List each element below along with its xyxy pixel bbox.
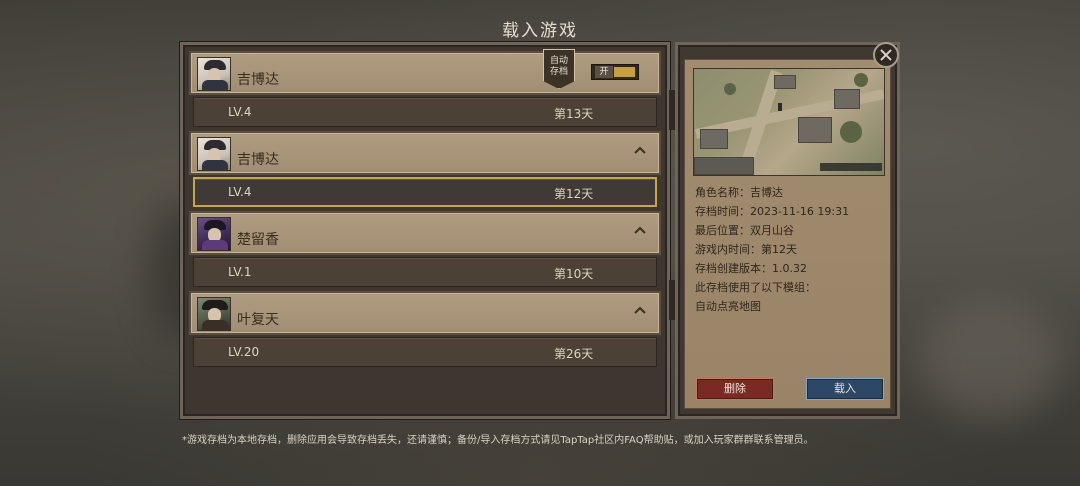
save-level: LV.4 [228, 105, 252, 119]
chevron-up-icon[interactable] [633, 303, 647, 317]
detail-last-location: 最后位置：双月山谷 [695, 224, 794, 237]
save-level: LV.20 [228, 345, 260, 359]
background-rock [920, 300, 1060, 420]
save-day: 第26天 [554, 347, 594, 361]
save-list-panel: 吉博达 自动存档 开 LV.4 第13天 吉博达 LV.4 第12天 楚留香 L… [180, 42, 670, 419]
toggle-on-label: 开 [595, 66, 613, 78]
save-entry: 吉博达 自动存档 开 LV.4 第13天 [189, 49, 661, 127]
detail-mods-header: 此存档使用了以下模组： [695, 281, 816, 294]
save-slot[interactable]: LV.1 第10天 [193, 257, 657, 287]
save-group-header[interactable]: 叶复天 [189, 291, 661, 335]
autosave-toggle[interactable]: 开 [591, 64, 639, 80]
save-list: 吉博达 自动存档 开 LV.4 第13天 吉博达 LV.4 第12天 楚留香 L… [189, 49, 661, 371]
save-day: 第13天 [554, 107, 594, 121]
close-icon [880, 49, 892, 61]
close-button[interactable] [873, 42, 899, 68]
detail-save-time: 存档时间：2023-11-16 19:31 [695, 205, 850, 218]
load-button[interactable]: 载入 [806, 378, 884, 400]
detail-parchment: 角色名称：吉博达 存档时间：2023-11-16 19:31 最后位置：双月山谷… [684, 59, 891, 409]
detail-character: 角色名称：吉博达 [695, 186, 783, 199]
footnote-text: *游戏存档为本地存档，删除应用会导致存档丢失，还请谨慎；备份/导入存档方式请见T… [182, 435, 814, 446]
save-group-header[interactable]: 吉博达 [189, 131, 661, 175]
save-entry: 楚留香 LV.1 第10天 [189, 211, 661, 287]
character-avatar [197, 137, 231, 171]
character-name: 叶复天 [237, 312, 279, 328]
save-slot-selected[interactable]: LV.4 第12天 [193, 177, 657, 207]
save-entry: 叶复天 LV.20 第26天 [189, 291, 661, 367]
character-avatar [197, 217, 231, 251]
detail-ingame-time: 游戏内时间：第12天 [695, 243, 797, 256]
character-name: 吉博达 [237, 72, 279, 88]
save-entry: 吉博达 LV.4 第12天 [189, 131, 661, 207]
character-name: 吉博达 [237, 152, 279, 168]
character-name: 楚留香 [237, 232, 279, 248]
autosave-badge: 自动存档 [543, 49, 575, 89]
delete-button[interactable]: 删除 [696, 378, 774, 400]
map-hud-bar [820, 163, 882, 171]
chevron-up-icon[interactable] [633, 223, 647, 237]
screen-title: 载入游戏 [502, 21, 578, 41]
character-avatar [197, 297, 231, 331]
save-level: LV.4 [228, 185, 252, 199]
save-slot[interactable]: LV.20 第26天 [193, 337, 657, 367]
save-group-header[interactable]: 吉博达 自动存档 开 [189, 49, 661, 95]
chevron-up-icon[interactable] [633, 143, 647, 157]
character-avatar [197, 57, 231, 91]
toggle-knob [614, 67, 635, 77]
save-group-header[interactable]: 楚留香 [189, 211, 661, 255]
map-preview [693, 68, 885, 176]
save-day: 第12天 [554, 187, 594, 201]
detail-mod-item: 自动点亮地图 [695, 300, 761, 313]
save-day: 第10天 [554, 267, 594, 281]
detail-version: 存档创建版本：1.0.32 [695, 262, 807, 275]
save-slot[interactable]: LV.4 第13天 [193, 97, 657, 127]
player-marker [778, 103, 782, 111]
save-detail-panel: 角色名称：吉博达 存档时间：2023-11-16 19:31 最后位置：双月山谷… [675, 42, 900, 419]
save-level: LV.1 [228, 265, 252, 279]
